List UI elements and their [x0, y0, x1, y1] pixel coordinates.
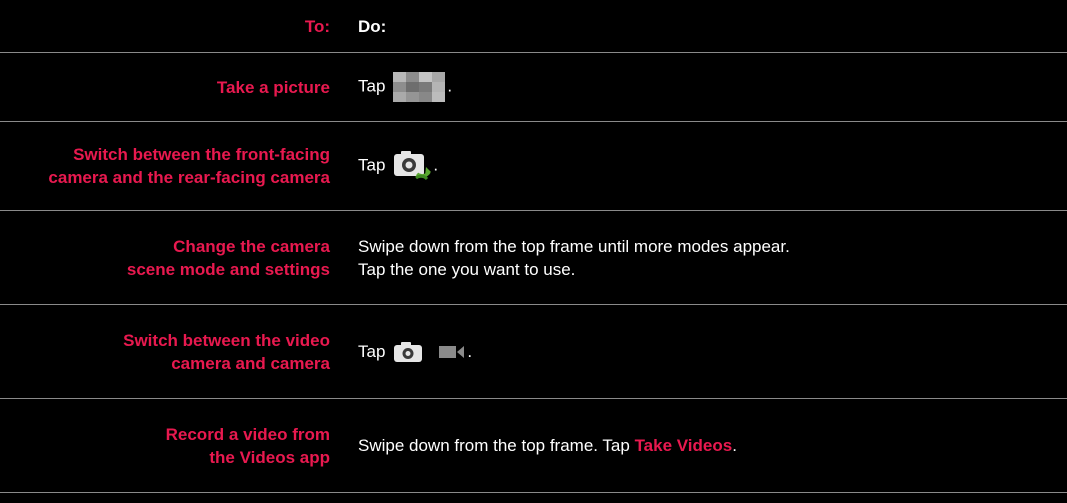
row-instruction: Tap . — [358, 340, 472, 364]
video-mode-icon — [439, 346, 465, 359]
instruction-text: Swipe down from the top frame. Tap — [358, 436, 630, 455]
take-videos-option: Take Videos — [634, 436, 733, 455]
row-action: Take a picture — [0, 76, 330, 99]
instruction-suffix: . — [433, 155, 439, 175]
table-header: To: Do: — [0, 14, 1067, 38]
row-action-line: Take a picture — [216, 77, 330, 97]
row-action-line: Switch between the front-facing — [73, 145, 330, 164]
row-action: Record a video from the Videos app — [0, 423, 330, 469]
row-action: Switch between the video camera and came… — [0, 329, 330, 375]
row-action-line: Change the camera — [173, 236, 330, 256]
instruction-text: Tap — [358, 155, 386, 175]
instruction-line: Swipe down from the top frame until more… — [358, 236, 790, 256]
instruction-line: Tap the one you want to use. — [358, 259, 576, 279]
row-action-line: camera and camera — [171, 353, 330, 373]
row-instruction: Swipe down from the top frame. Tap Take … — [358, 434, 737, 457]
table-row: Record a video from the Videos app Swipe… — [0, 399, 1067, 492]
row-action: Switch between the front-facing camera a… — [0, 143, 330, 189]
column-header-do: Do: — [358, 16, 387, 36]
row-action-line: camera and the rear-facing camera — [48, 168, 330, 187]
instruction-text: Tap — [358, 76, 386, 96]
row-instruction: Swipe down from the top frame until more… — [358, 235, 790, 281]
instruction-suffix: . — [732, 436, 737, 455]
instruction-suffix: . — [447, 76, 453, 96]
table-row: Switch between the video camera and came… — [0, 305, 1067, 398]
switch-camera-icon — [394, 151, 432, 181]
instruction-suffix: . — [467, 341, 473, 361]
column-header-to: To: — [304, 16, 330, 36]
row-action-line: scene mode and settings — [126, 259, 330, 279]
camera-mode-icon — [394, 342, 423, 363]
shutter-button-icon — [393, 72, 446, 102]
table-row: Change the camera scene mode and setting… — [0, 211, 1067, 304]
row-action-line: the Videos app — [209, 447, 330, 467]
row-action-line: Record a video from — [165, 424, 330, 444]
table-row: Take a picture Tap . — [0, 53, 1067, 121]
row-instruction: Tap . — [358, 72, 452, 102]
divider — [0, 492, 1067, 493]
instruction-text: Tap — [358, 341, 386, 361]
row-action: Change the camera scene mode and setting… — [0, 235, 330, 281]
table-row: Switch between the front-facing camera a… — [0, 122, 1067, 210]
row-instruction: Tap . — [358, 150, 438, 182]
row-action-line: Switch between the video — [123, 330, 330, 350]
